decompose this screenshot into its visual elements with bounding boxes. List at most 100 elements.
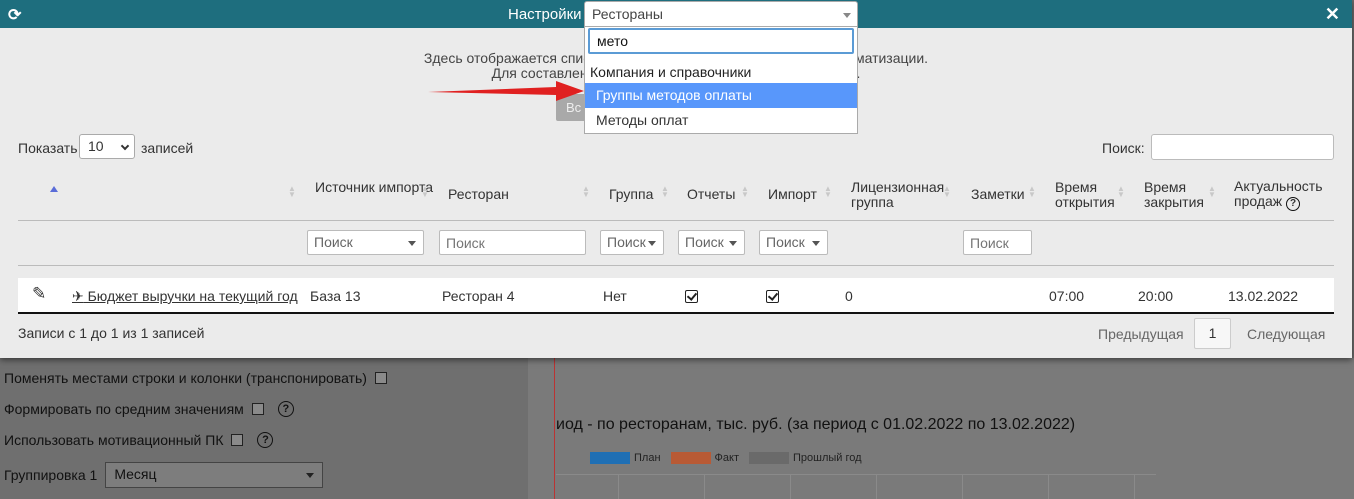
filter-placeholder: Поиск xyxy=(766,234,805,250)
help-icon[interactable]: ? xyxy=(277,401,294,417)
header-divider xyxy=(18,220,1334,221)
refresh-icon[interactable]: ⟳ xyxy=(8,5,21,25)
grouping-select-value: Месяц xyxy=(114,466,157,482)
page-button-current[interactable]: 1 xyxy=(1194,318,1231,349)
row-name-label: Бюджет выручки на текущий год xyxy=(83,288,298,304)
filter-placeholder: Поиск xyxy=(607,234,646,250)
chevron-down-icon xyxy=(812,241,820,246)
table-search-input[interactable] xyxy=(1151,134,1334,160)
filter-reports-select[interactable]: Поиск xyxy=(678,230,745,255)
cell-group: Нет xyxy=(603,288,627,304)
page-length-value: 10 xyxy=(88,138,104,154)
legend-swatch xyxy=(670,452,711,465)
sort-icon[interactable]: ▲ ▼ xyxy=(582,185,590,199)
dropdown-search-input[interactable] xyxy=(588,28,854,54)
option-motivation: Использовать мотивационный ПК ? xyxy=(4,432,274,448)
column-header-reports[interactable]: Отчеты xyxy=(687,187,735,202)
transpose-checkbox[interactable] xyxy=(374,372,387,384)
filter-import-select[interactable]: Поиск xyxy=(759,230,828,255)
chart-axis-line xyxy=(554,358,555,499)
cell-close-time: 20:00 xyxy=(1138,288,1174,304)
option-motivation-label: Использовать мотивационный ПК xyxy=(4,432,224,448)
grouping-label: Группировка 1 xyxy=(4,467,98,483)
option-average: Формировать по средним значениям ? xyxy=(4,401,294,417)
filter-placeholder: Поиск xyxy=(685,234,724,250)
legend-item-fact[interactable]: Факт xyxy=(670,452,739,465)
chevron-down-icon xyxy=(408,241,416,246)
legend-item-last-year[interactable]: Прошлый год xyxy=(749,452,862,465)
filter-group-select[interactable]: Поиск xyxy=(600,230,664,255)
option-average-label: Формировать по средним значениям xyxy=(4,401,244,417)
filter-divider xyxy=(18,265,1334,266)
option-transpose: Поменять местами строки и колонки (транс… xyxy=(4,370,387,386)
grouping-select[interactable]: Месяц xyxy=(105,462,324,488)
option-transpose-label: Поменять местами строки и колонки (транс… xyxy=(4,370,367,386)
column-header-group[interactable]: Группа xyxy=(609,187,653,202)
close-icon[interactable]: ✕ xyxy=(1325,4,1340,25)
entity-select[interactable]: Рестораны xyxy=(584,1,858,27)
sort-icon[interactable]: ▲ ▼ xyxy=(661,185,669,199)
chart-title: иод - по ресторанам, тыс. руб. (за перио… xyxy=(556,416,1076,433)
legend-label: Прошлый год xyxy=(793,452,862,464)
sort-icon[interactable]: ▲ ▼ xyxy=(1028,185,1036,199)
entity-select-dropdown: Компания и справочники Группы методов оп… xyxy=(584,27,858,134)
column-header-source[interactable]: Источник импорта xyxy=(315,180,433,195)
search-label: Поиск: xyxy=(1102,140,1145,156)
help-icon[interactable]: ? xyxy=(1286,196,1301,211)
records-label: записей xyxy=(141,140,194,156)
legend-label: План xyxy=(634,452,661,464)
cell-restaurant: Ресторан 4 xyxy=(442,288,515,304)
chevron-down-icon xyxy=(729,241,737,246)
help-icon[interactable]: ? xyxy=(257,432,274,448)
sort-icon[interactable]: ▲ ▼ xyxy=(824,185,832,199)
pencil-icon[interactable]: ✎ xyxy=(32,284,46,304)
column-header-notes[interactable]: Заметки xyxy=(971,187,1025,202)
column-header-close-time[interactable]: Время закрытия xyxy=(1144,180,1206,210)
chart-legend: План Факт Прошлый год xyxy=(590,452,862,465)
legend-label: Факт xyxy=(714,452,739,464)
next-page-button[interactable]: Следующая xyxy=(1247,326,1325,342)
motivation-checkbox[interactable] xyxy=(231,434,244,446)
column-header-open-time[interactable]: Время открытия xyxy=(1055,180,1117,210)
dropdown-option-payment-method-groups[interactable]: Группы методов оплаты xyxy=(585,83,857,108)
column-header-import[interactable]: Импорт xyxy=(768,187,817,202)
sort-icon[interactable]: ▲ ▼ xyxy=(288,185,296,199)
filter-restaurant-input[interactable] xyxy=(439,230,586,255)
chart-grid xyxy=(556,474,1156,499)
filter-notes-input[interactable] xyxy=(963,230,1032,255)
legend-swatch xyxy=(590,452,630,465)
page-length-select[interactable]: 10 xyxy=(79,134,135,159)
entity-select-value: Рестораны xyxy=(592,6,663,22)
average-checkbox[interactable] xyxy=(251,403,264,415)
filter-source-select[interactable]: Поиск xyxy=(307,230,424,255)
column-header-license[interactable]: Лицензионная группа xyxy=(851,180,951,210)
modal-title: Настройки xyxy=(508,6,582,23)
cell-source: База 13 xyxy=(310,288,361,304)
legend-swatch xyxy=(749,452,789,465)
checkbox-checked-icon xyxy=(685,290,698,303)
table-info: Записи с 1 до 1 из 1 записей xyxy=(18,325,205,341)
dropdown-group-label: Компания и справочники xyxy=(590,64,752,80)
sort-icon[interactable]: ▲ ▼ xyxy=(943,185,951,199)
legend-item-plan[interactable]: План xyxy=(590,452,661,465)
chevron-down-icon xyxy=(648,241,656,246)
row-name-link[interactable]: ✈ Бюджет выручки на текущий год xyxy=(72,288,298,305)
sort-icon[interactable]: ▲ ▼ xyxy=(1117,185,1125,199)
sort-icon[interactable]: ▲ ▼ xyxy=(741,185,749,199)
sort-asc-icon[interactable] xyxy=(50,186,58,192)
cell-reports-checkbox[interactable] xyxy=(685,290,698,306)
chevron-down-icon xyxy=(306,473,315,478)
sort-icon[interactable]: ▲ ▼ xyxy=(1208,185,1216,199)
cell-actuality: 13.02.2022 xyxy=(1228,288,1299,304)
grouping-row: Группировка 1 Месяц xyxy=(4,462,324,488)
dropdown-option-payment-methods[interactable]: Методы оплат xyxy=(585,108,857,133)
checkbox-checked-icon xyxy=(766,290,779,303)
chevron-down-icon xyxy=(120,141,130,151)
prev-page-button[interactable]: Предыдущая xyxy=(1098,326,1184,342)
cell-import-checkbox[interactable] xyxy=(766,290,779,306)
sort-icon[interactable]: ▲ ▼ xyxy=(421,185,429,199)
show-label: Показать xyxy=(18,140,78,156)
column-header-actuality[interactable]: Актуальность продаж ? xyxy=(1234,179,1324,211)
annotation-arrow-icon xyxy=(428,81,584,101)
column-header-restaurant[interactable]: Ресторан xyxy=(448,187,509,202)
